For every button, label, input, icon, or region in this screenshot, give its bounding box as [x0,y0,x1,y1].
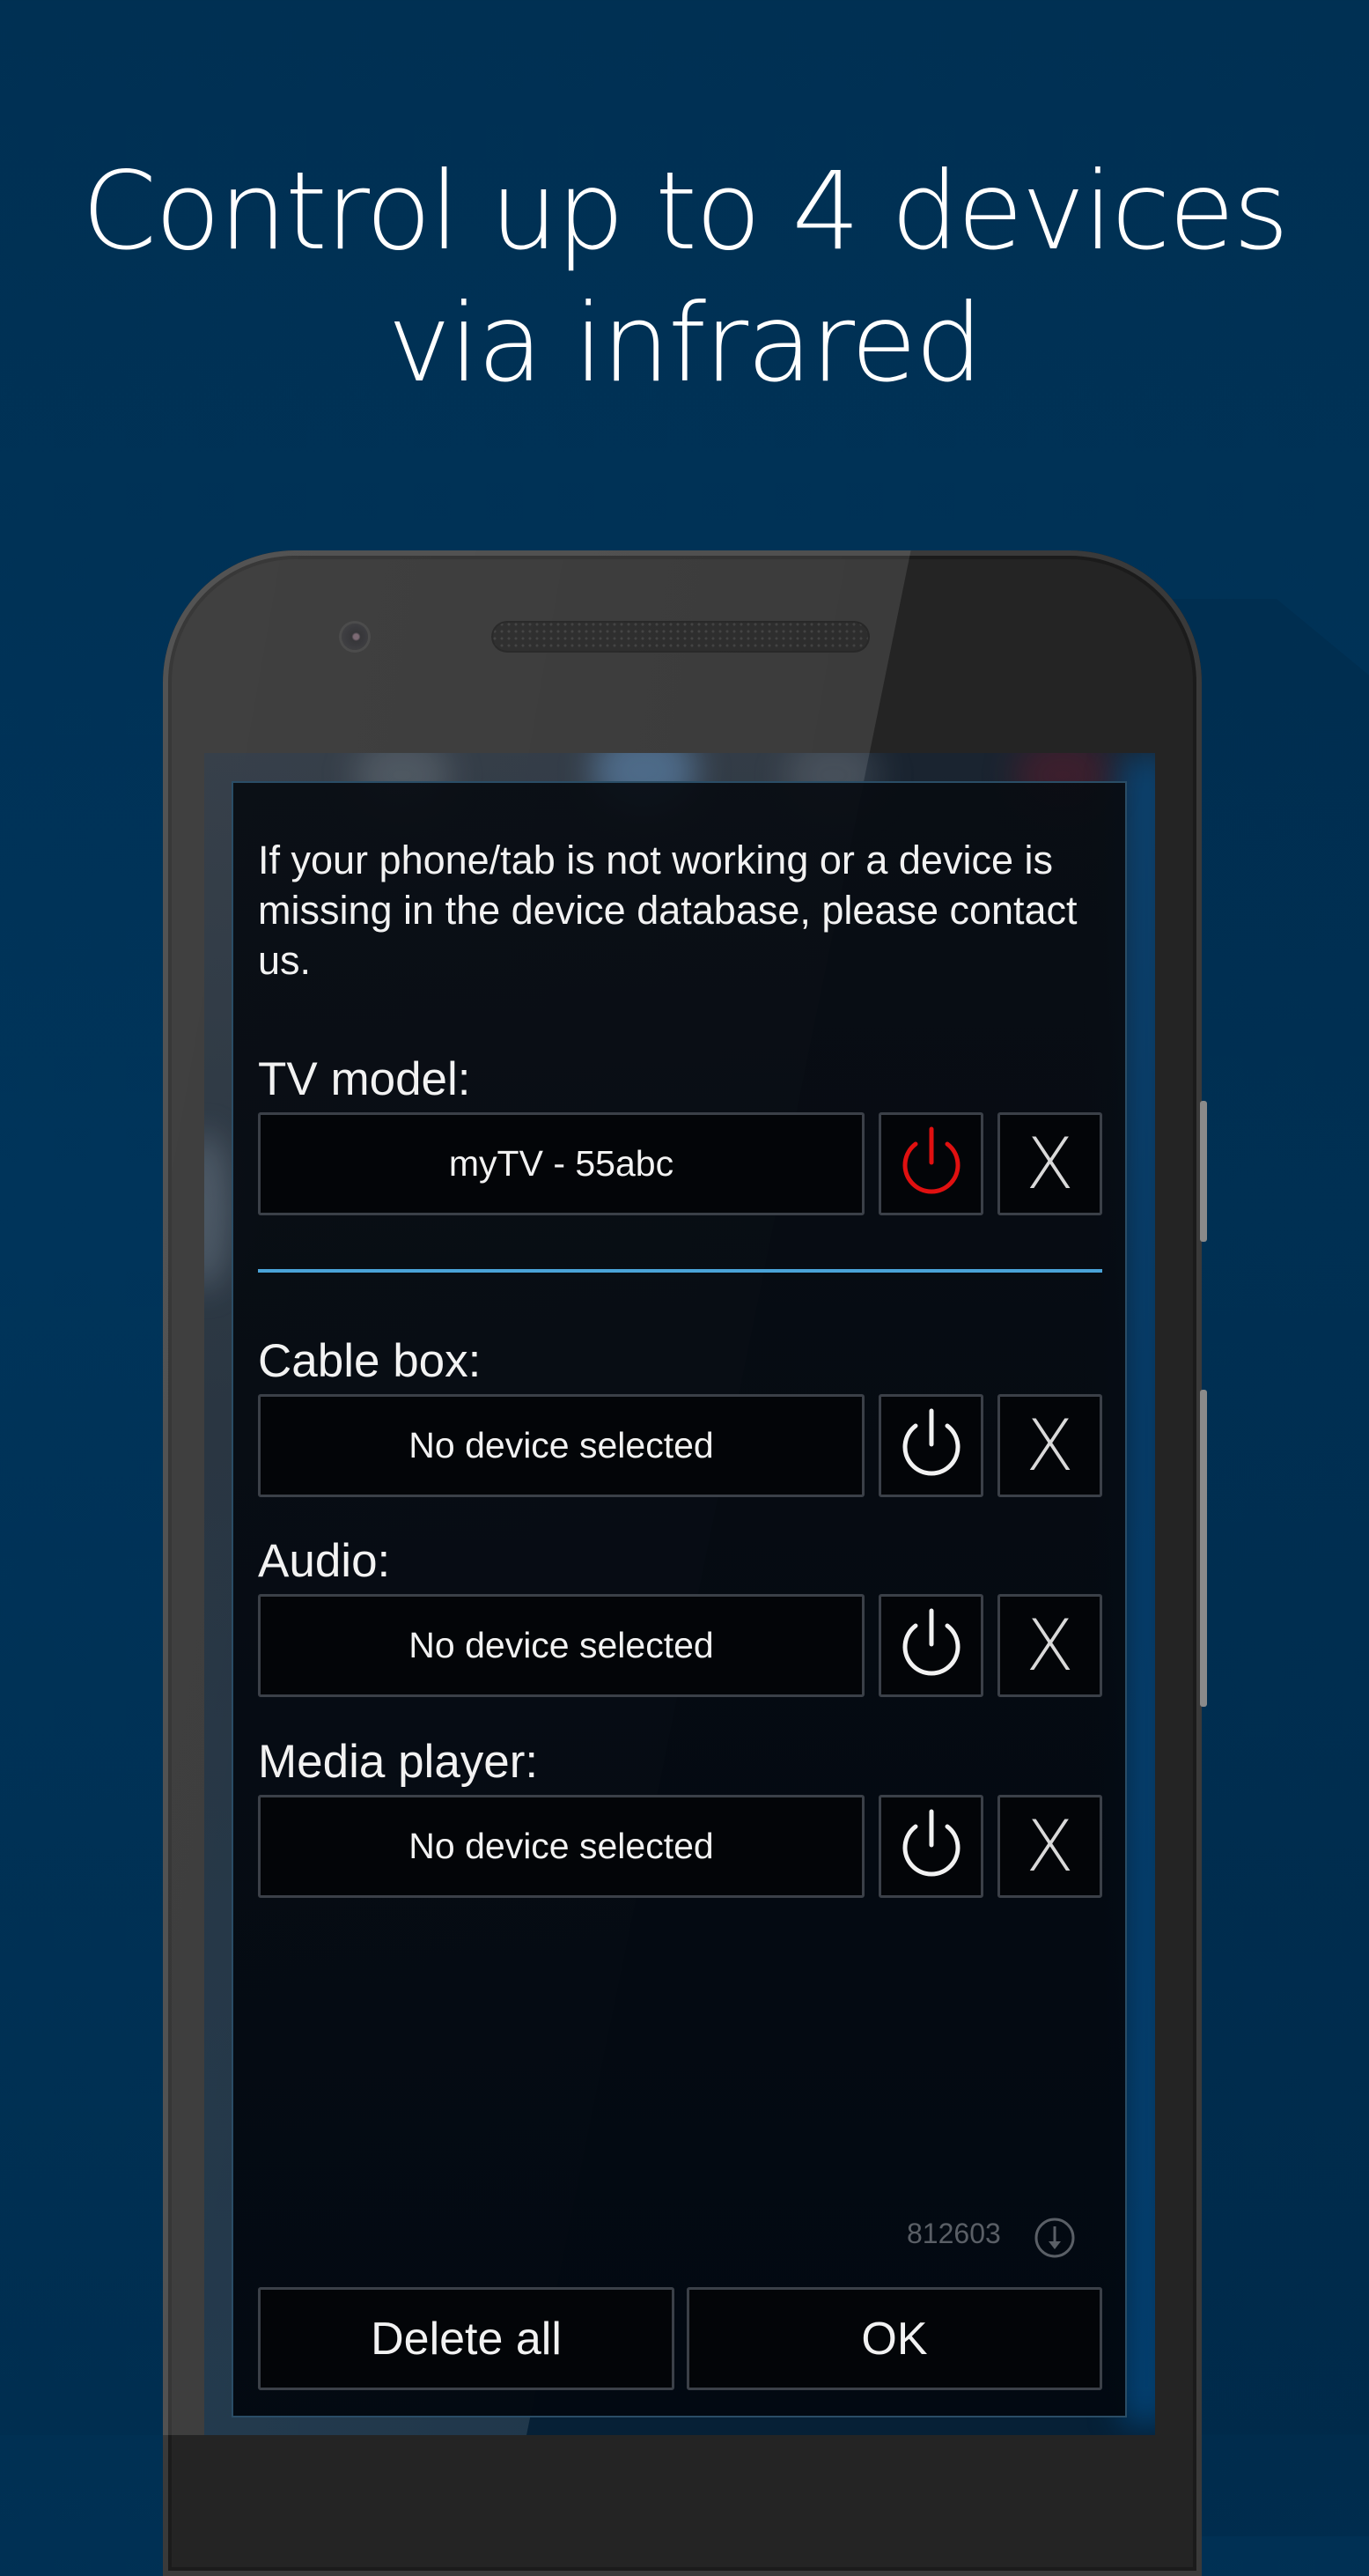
power-icon [902,1608,960,1675]
cable-box-label: Cable box: [258,1335,482,1387]
tv-model-field[interactable]: myTV - 55abc [258,1112,865,1215]
front-camera [342,624,368,650]
power-icon [902,1809,960,1876]
blurred-bg-edge [204,1132,231,1290]
audio-value: No device selected [408,1625,714,1665]
close-icon: X [1026,1122,1074,1205]
cable-box-power-button[interactable] [879,1394,983,1497]
audio-field[interactable]: No device selected [258,1594,865,1697]
power-icon [902,1408,960,1475]
section-divider [258,1269,1102,1273]
headline: Control up to 4 devices via infrared [0,145,1369,410]
delete-all-button[interactable]: Delete all [258,2287,674,2390]
media-player-field[interactable]: No device selected [258,1795,865,1898]
close-icon: X [1026,1604,1074,1687]
media-player-power-button[interactable] [879,1795,983,1898]
tv-model-label: TV model: [258,1053,471,1105]
close-icon: X [1026,1805,1074,1887]
help-message: If your phone/tab is not working or a de… [258,838,1078,983]
cable-box-value: No device selected [408,1425,714,1465]
cable-box-field[interactable]: No device selected [258,1394,865,1497]
tv-clear-button[interactable]: X [997,1112,1102,1215]
media-player-clear-button[interactable]: X [997,1795,1102,1898]
download-icon[interactable] [1034,2217,1076,2259]
media-player-value: No device selected [408,1826,714,1866]
headline-line-1: Control up to 4 devices [81,149,1289,274]
earpiece-speaker [491,621,870,653]
tv-model-value: myTV - 55abc [448,1143,674,1184]
phone-side-button-upper [1200,1101,1207,1242]
phone-side-button-lower [1200,1390,1207,1707]
database-version: 812603 [907,2218,1001,2249]
ok-button[interactable]: OK [687,2287,1102,2390]
headline-line-2: via infrared [387,281,983,406]
close-icon: X [1026,1404,1074,1487]
audio-label: Audio: [258,1535,391,1587]
audio-clear-button[interactable]: X [997,1594,1102,1697]
tv-power-button[interactable] [879,1112,983,1215]
audio-power-button[interactable] [879,1594,983,1697]
media-player-label: Media player: [258,1736,539,1788]
power-icon [902,1126,960,1193]
cable-box-clear-button[interactable]: X [997,1394,1102,1497]
